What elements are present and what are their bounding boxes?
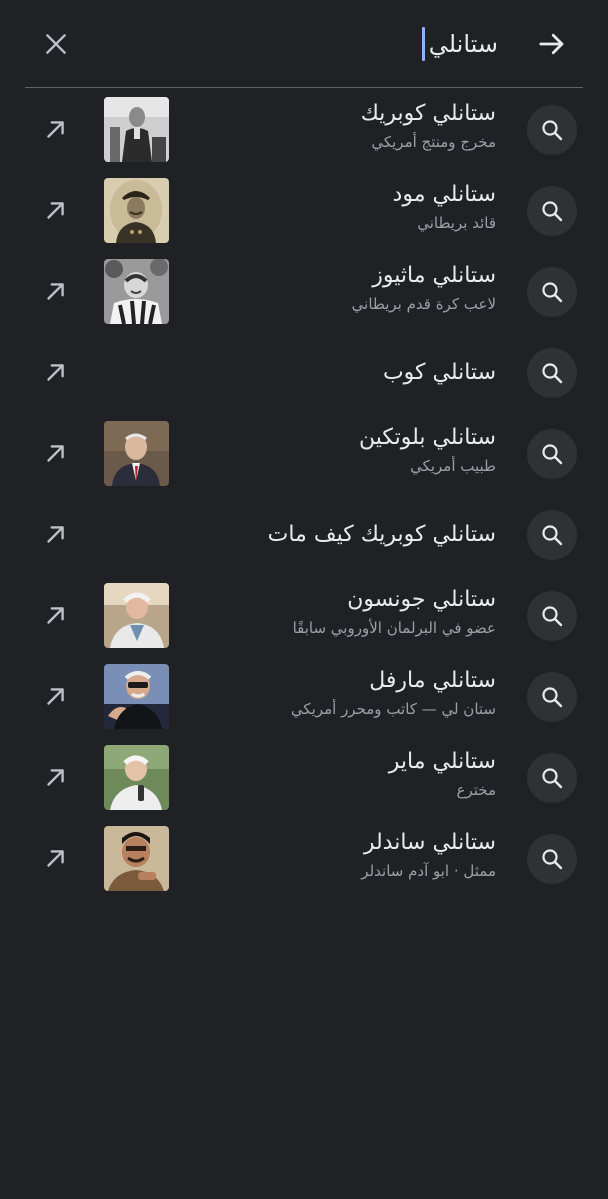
fill-query-button[interactable] xyxy=(36,192,74,230)
suggestion-text: ستانلي بلوتكين طبيب أمريكي xyxy=(176,421,496,477)
search-bar: ستانلي xyxy=(0,0,608,88)
suggestion-title: ستانلي ماثيوز xyxy=(372,263,496,288)
search-icon xyxy=(542,849,563,870)
suggestion-subtitle: طبيب أمريكي xyxy=(410,457,496,475)
suggestion-thumbnail xyxy=(104,421,169,486)
arrow-up-left-icon xyxy=(47,364,64,381)
search-icon xyxy=(542,768,563,789)
search-icon xyxy=(542,282,563,303)
suggestion-item[interactable]: ستانلي مود قائد بريطاني xyxy=(0,170,608,251)
submit-search-button[interactable] xyxy=(530,22,574,66)
suggestion-thumbnail xyxy=(104,259,169,324)
suggestion-title: ستانلي جونسون xyxy=(347,587,496,612)
search-icon xyxy=(542,525,563,546)
search-query-text: ستانلي xyxy=(428,30,498,58)
suggestion-title: ستانلي كوبريك كيف مات xyxy=(267,521,496,547)
suggestion-search-icon-wrap xyxy=(527,753,577,803)
search-icon xyxy=(542,120,563,141)
suggestion-item[interactable]: ستانلي كوبريك مخرج ومنتج أمريكي xyxy=(0,89,608,170)
suggestion-list: ستانلي كوبريك مخرج ومنتج أمريكي ستانلي مود… xyxy=(0,89,608,899)
suggestion-title: ستانلي كوب xyxy=(382,359,496,385)
arrow-right-icon xyxy=(539,33,564,55)
suggestion-search-icon-wrap xyxy=(527,186,577,236)
text-caret xyxy=(421,27,425,61)
fill-query-button[interactable] xyxy=(36,759,74,797)
arrow-up-left-icon xyxy=(47,850,64,867)
fill-query-button[interactable] xyxy=(36,597,74,635)
suggestion-text: ستانلي كوب xyxy=(176,332,496,413)
suggestion-text: ستانلي مارفل ستان لي — كاتب ومحرر أمريكي xyxy=(176,664,496,720)
suggestion-search-icon-wrap xyxy=(527,105,577,155)
suggestion-search-icon-wrap xyxy=(527,429,577,479)
suggestion-subtitle: عضو في البرلمان الأوروبي سابقًا xyxy=(292,619,496,637)
suggestion-thumbnail xyxy=(104,97,169,162)
suggestion-item[interactable]: ستانلي كوب xyxy=(0,332,608,413)
arrow-up-left-icon xyxy=(47,769,64,786)
suggestion-thumbnail xyxy=(104,826,169,891)
suggestion-thumbnail xyxy=(104,583,169,648)
suggestion-title: ستانلي ماير xyxy=(388,749,496,774)
suggestion-subtitle: ستان لي — كاتب ومحرر أمريكي xyxy=(290,700,496,718)
suggestion-search-icon-wrap xyxy=(527,510,577,560)
suggestion-text: ستانلي مود قائد بريطاني xyxy=(176,178,496,234)
suggestion-item[interactable]: ستانلي ماثيوز لاعب كرة قدم بريطاني xyxy=(0,251,608,332)
suggestion-item[interactable]: ستانلي ماير مخترع xyxy=(0,737,608,818)
suggestion-text: ستانلي كوبريك كيف مات xyxy=(176,494,496,575)
suggestion-subtitle: ممثل · ابو آدم ساندلر xyxy=(361,862,496,880)
suggestion-search-icon-wrap xyxy=(527,672,577,722)
arrow-up-left-icon xyxy=(47,121,64,138)
suggestion-title: ستانلي كوبريك xyxy=(360,101,496,126)
search-icon xyxy=(542,201,563,222)
suggestion-title: ستانلي بلوتكين xyxy=(359,425,496,450)
suggestion-item[interactable]: ستانلي جونسون عضو في البرلمان الأوروبي سا… xyxy=(0,575,608,656)
arrow-up-left-icon xyxy=(47,283,64,300)
search-icon xyxy=(542,363,563,384)
suggestion-subtitle: مخرج ومنتج أمريكي xyxy=(371,133,496,151)
fill-query-button[interactable] xyxy=(36,516,74,554)
suggestion-text: ستانلي ساندلر ممثل · ابو آدم ساندلر xyxy=(176,826,496,882)
search-icon xyxy=(542,606,563,627)
suggestion-item[interactable]: ستانلي ساندلر ممثل · ابو آدم ساندلر xyxy=(0,818,608,899)
suggestion-subtitle: مخترع xyxy=(456,781,496,799)
search-icon xyxy=(542,687,563,708)
fill-query-button[interactable] xyxy=(36,840,74,878)
suggestion-search-icon-wrap xyxy=(527,348,577,398)
search-icon xyxy=(542,444,563,465)
search-page: ستانلي ستانلي كوبريك مخرج ومنتج أمريكي ستا… xyxy=(0,0,608,1199)
suggestion-item[interactable]: ستانلي بلوتكين طبيب أمريكي xyxy=(0,413,608,494)
suggestion-text: ستانلي ماير مخترع xyxy=(176,745,496,801)
search-input[interactable]: ستانلي xyxy=(421,24,498,64)
suggestion-search-icon-wrap xyxy=(527,834,577,884)
suggestion-search-icon-wrap xyxy=(527,267,577,317)
suggestion-item[interactable]: ستانلي كوبريك كيف مات xyxy=(0,494,608,575)
suggestion-title: ستانلي مود xyxy=(392,182,496,207)
suggestion-subtitle: قائد بريطاني xyxy=(417,214,496,232)
fill-query-button[interactable] xyxy=(36,273,74,311)
suggestion-text: ستانلي كوبريك مخرج ومنتج أمريكي xyxy=(176,97,496,153)
suggestion-title: ستانلي مارفل xyxy=(369,668,496,693)
fill-query-button[interactable] xyxy=(36,435,74,473)
fill-query-button[interactable] xyxy=(36,678,74,716)
suggestion-thumbnail xyxy=(104,664,169,729)
suggestion-thumbnail xyxy=(104,178,169,243)
search-divider xyxy=(25,87,583,88)
suggestion-subtitle: لاعب كرة قدم بريطاني xyxy=(351,295,496,313)
arrow-up-left-icon xyxy=(47,202,64,219)
arrow-up-left-icon xyxy=(47,526,64,543)
arrow-up-left-icon xyxy=(47,688,64,705)
suggestion-item[interactable]: ستانلي مارفل ستان لي — كاتب ومحرر أمريكي xyxy=(0,656,608,737)
suggestion-title: ستانلي ساندلر xyxy=(363,830,496,855)
suggestion-search-icon-wrap xyxy=(527,591,577,641)
arrow-up-left-icon xyxy=(47,607,64,624)
suggestion-text: ستانلي ماثيوز لاعب كرة قدم بريطاني xyxy=(176,259,496,315)
suggestion-text: ستانلي جونسون عضو في البرلمان الأوروبي سا… xyxy=(176,583,496,639)
fill-query-button[interactable] xyxy=(36,111,74,149)
close-icon xyxy=(46,34,66,54)
suggestion-thumbnail xyxy=(104,745,169,810)
fill-query-button[interactable] xyxy=(36,354,74,392)
arrow-up-left-icon xyxy=(47,445,64,462)
close-button[interactable] xyxy=(36,24,76,64)
